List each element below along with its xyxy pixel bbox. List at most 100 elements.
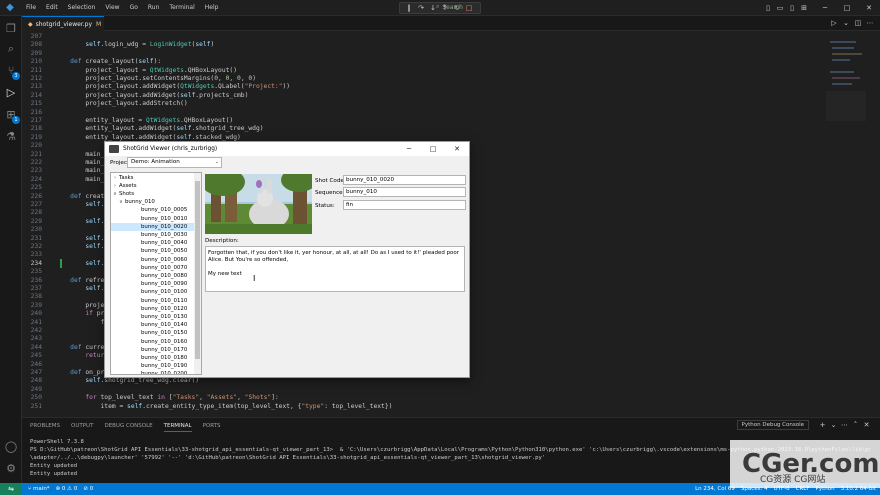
tree-item[interactable]: bunny_010_0170 (111, 346, 195, 355)
scrollbar-thumb[interactable] (195, 181, 200, 359)
customize-layout-icon[interactable]: ⊞ (798, 0, 810, 16)
chevron-down-icon[interactable]: ⌄ (828, 421, 839, 429)
tree-item[interactable]: bunny_010_0160 (111, 338, 195, 347)
testing-icon[interactable]: ⚗ (4, 130, 18, 144)
chevron-down-icon[interactable]: ∨ (117, 198, 125, 207)
account-icon[interactable]: ◯ (4, 440, 18, 454)
shotgrid-tree[interactable]: bunny_010_0200 bunny_010_0190 bunny_010_01… (110, 172, 202, 375)
watermark-subtitle: CG资源 CG网站 (760, 475, 826, 485)
minimize-icon[interactable]: ─ (814, 0, 836, 16)
tree-item[interactable]: bunny_010_0020 (111, 222, 195, 232)
close-icon[interactable]: ✕ (445, 142, 469, 156)
tree-item[interactable]: ∨ bunny_010 (111, 198, 195, 207)
close-panel-icon[interactable]: ✕ (861, 421, 872, 429)
chevron-right-icon[interactable]: › (111, 182, 119, 191)
maximize-icon[interactable]: □ (421, 142, 445, 156)
ports-indicator[interactable]: ⊘ 0 (83, 483, 93, 495)
tree-item[interactable]: bunny_010_0070 (111, 264, 195, 273)
stop-icon[interactable]: □ (463, 3, 475, 13)
code-text: self.shotgrid_tree_wdg.clear() (85, 377, 200, 385)
tree-item[interactable]: bunny_010_0120 (111, 305, 195, 314)
tree-item[interactable]: › Assets (111, 182, 195, 191)
panel-tab-ports[interactable]: PORTS (203, 422, 221, 432)
tree-item[interactable]: ∨ Shots (111, 190, 195, 199)
toggle-sidebar-icon[interactable]: ▯ (762, 0, 774, 16)
tree-item[interactable]: bunny_010_0130 (111, 313, 195, 322)
project-combobox[interactable]: Demo: Animation ⌄ (127, 157, 222, 168)
chevron-right-icon[interactable]: › (111, 174, 119, 183)
editor-tab-row: ◆ shotgrid_viewer.py M ▷ ⌄ ◫ ⋯ (22, 16, 880, 31)
menu-item-file[interactable]: File (21, 0, 41, 16)
tree-scrollbar[interactable] (194, 173, 201, 374)
shot-code-field[interactable]: bunny_010_0020 (343, 175, 466, 185)
panel-tab-debug-console[interactable]: DEBUG CONSOLE (104, 422, 152, 432)
tree-item-label: bunny_010_0005 (141, 207, 188, 214)
code-text: main_l (55, 167, 109, 175)
settings-gear-icon[interactable]: ⚙ (4, 462, 18, 476)
shot-code-label: Shot Code: (315, 178, 346, 184)
description-label: Description: (205, 238, 239, 244)
split-editor-icon[interactable]: ◫ (852, 16, 864, 31)
run-and-debug-icon[interactable]: ▷ (4, 86, 18, 100)
tree-item-label: Assets (119, 182, 137, 189)
more-actions-icon[interactable]: ⋯ (839, 421, 850, 429)
tree-item[interactable]: bunny_010_0080 (111, 272, 195, 281)
menu-item-go[interactable]: Go (125, 0, 143, 16)
maximize-icon[interactable]: □ (836, 0, 858, 16)
tree-item[interactable]: bunny_010_0040 (111, 239, 195, 248)
tree-item[interactable]: › Tasks (111, 174, 195, 183)
code-text: fo (55, 318, 109, 326)
tree-item[interactable]: bunny_010_0060 (111, 256, 195, 265)
tree-item[interactable]: bunny_010_0180 (111, 354, 195, 363)
chevron-down-icon[interactable]: ∨ (111, 190, 119, 199)
minimize-icon[interactable]: ─ (397, 142, 421, 156)
code-text: def create_layout(self): (70, 58, 162, 66)
tree-item[interactable]: bunny_010_0010 (111, 215, 195, 224)
tree-item-label: bunny_010_0090 (141, 281, 188, 288)
menu-item-selection[interactable]: Selection (63, 0, 101, 16)
explorer-icon[interactable]: ❐ (4, 22, 18, 36)
tree-item[interactable]: bunny_010_0030 (111, 231, 195, 240)
title-bar: ◆ File Edit Selection View Go Run Terminal Help… (0, 0, 880, 16)
cursor-position[interactable]: Ln 234, Col 69 (695, 483, 735, 495)
run-file-icon[interactable]: ▷ (828, 16, 840, 31)
tree-item[interactable]: bunny_010_0190 (111, 362, 195, 371)
tab-shotgrid-viewer[interactable]: ◆ shotgrid_viewer.py M (22, 16, 104, 31)
tree-item[interactable]: bunny_010_0200 (111, 370, 195, 374)
menu-item-edit[interactable]: Edit (41, 0, 63, 16)
menu-item-view[interactable]: View (100, 0, 124, 16)
command-center[interactable]: ⌕ Search (436, 3, 463, 11)
problems-indicator[interactable]: ⊗ 0 ⚠ 0 (56, 483, 78, 495)
tree-item[interactable]: bunny_010_0140 (111, 321, 195, 330)
remote-indicator-icon[interactable]: ⇋ (0, 483, 22, 495)
tree-item[interactable]: bunny_010_0110 (111, 297, 195, 306)
tree-item[interactable]: bunny_010_0050 (111, 247, 195, 256)
panel-tab-problems[interactable]: PROBLEMS (30, 422, 60, 432)
tree-item[interactable]: bunny_010_0150 (111, 329, 195, 338)
tree-item[interactable]: bunny_010_0090 (111, 280, 195, 289)
menu-item-help[interactable]: Help (200, 0, 224, 16)
code-text: project_layout = QtWidgets.QHBoxLayout() (55, 66, 237, 74)
panel-tab-terminal[interactable]: TERMINAL (163, 422, 192, 432)
pause-icon[interactable]: ‖ (403, 3, 415, 13)
branch-indicator[interactable]: ⑂ main* (28, 483, 50, 495)
close-icon[interactable]: ✕ (858, 0, 880, 16)
search-icon[interactable]: ⌕ (4, 42, 18, 56)
toggle-panel-icon[interactable]: ▭ (774, 0, 786, 16)
chevron-up-icon[interactable]: ˄ (850, 421, 861, 429)
more-actions-icon[interactable]: ⋯ (864, 16, 876, 31)
add-terminal-icon[interactable]: + (817, 421, 828, 429)
menu-item-terminal[interactable]: Terminal (164, 0, 199, 16)
menu-item-run[interactable]: Run (143, 0, 165, 16)
panel-tab-output[interactable]: OUTPUT (71, 422, 93, 432)
status-field[interactable]: fin (343, 200, 466, 210)
chevron-down-icon[interactable]: ⌄ (840, 16, 852, 31)
description-textedit[interactable]: Forgotten that, if you don't like it, ye… (205, 246, 465, 292)
sequence-field[interactable]: bunny_010 (343, 187, 466, 197)
tree-item[interactable]: bunny_010_0005 (111, 206, 195, 215)
step-over-icon[interactable]: ↷ (415, 3, 427, 13)
window-controls: ─ □ ✕ (814, 0, 880, 16)
terminal-instance-selector[interactable]: Python Debug Console (736, 420, 809, 430)
tree-item[interactable]: bunny_010_0100 (111, 288, 195, 297)
toggle-secondary-sidebar-icon[interactable]: ▯ (786, 0, 798, 16)
